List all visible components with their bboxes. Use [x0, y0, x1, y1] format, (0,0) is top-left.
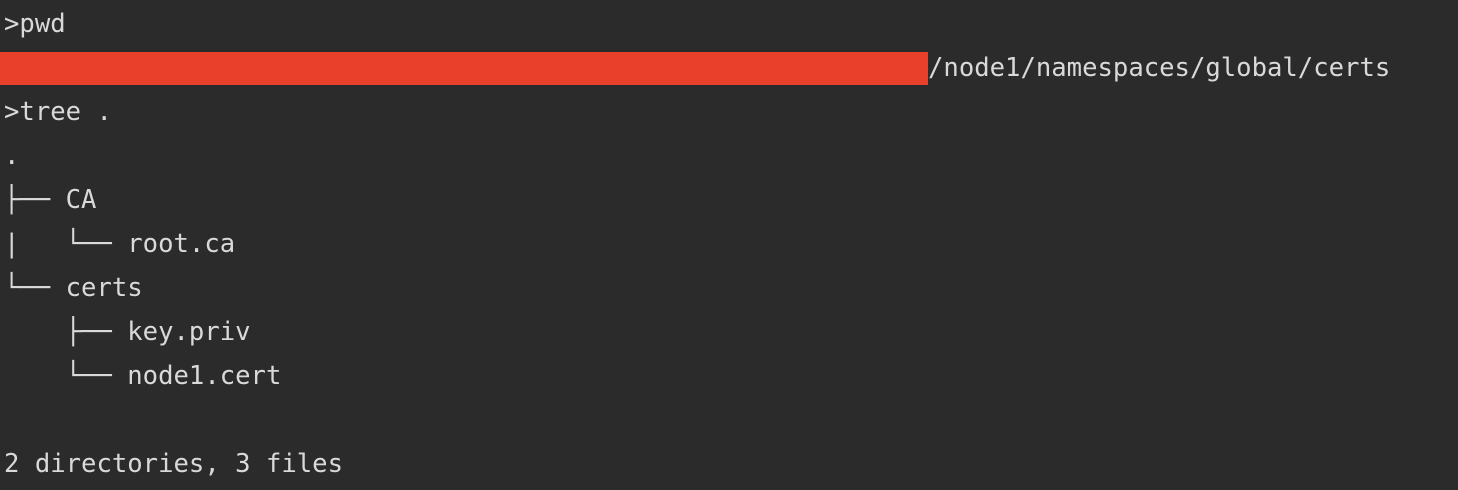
terminal-window[interactable]: >pwd /node1/namespaces/global/certs >tre…: [0, 0, 1458, 490]
pwd-path-suffix: /node1/namespaces/global/certs: [928, 53, 1391, 83]
pwd-output-line: /node1/namespaces/global/certs: [0, 46, 1458, 90]
tree-node1-cert-file: └── node1.cert: [4, 361, 282, 391]
tree-key-priv-file: ├── key.priv: [4, 317, 251, 347]
tree-command-line: >tree .: [4, 97, 112, 127]
tree-certs-directory: └── certs: [4, 273, 143, 303]
pwd-command-line: >pwd: [4, 9, 66, 39]
redacted-path-block: [0, 51, 928, 85]
tree-root-entry: .: [4, 141, 20, 171]
tree-summary-line: 2 directories, 3 files: [4, 449, 343, 479]
tree-ca-directory: ├── CA: [4, 185, 97, 215]
tree-root-ca-file: | └── root.ca: [4, 229, 236, 259]
